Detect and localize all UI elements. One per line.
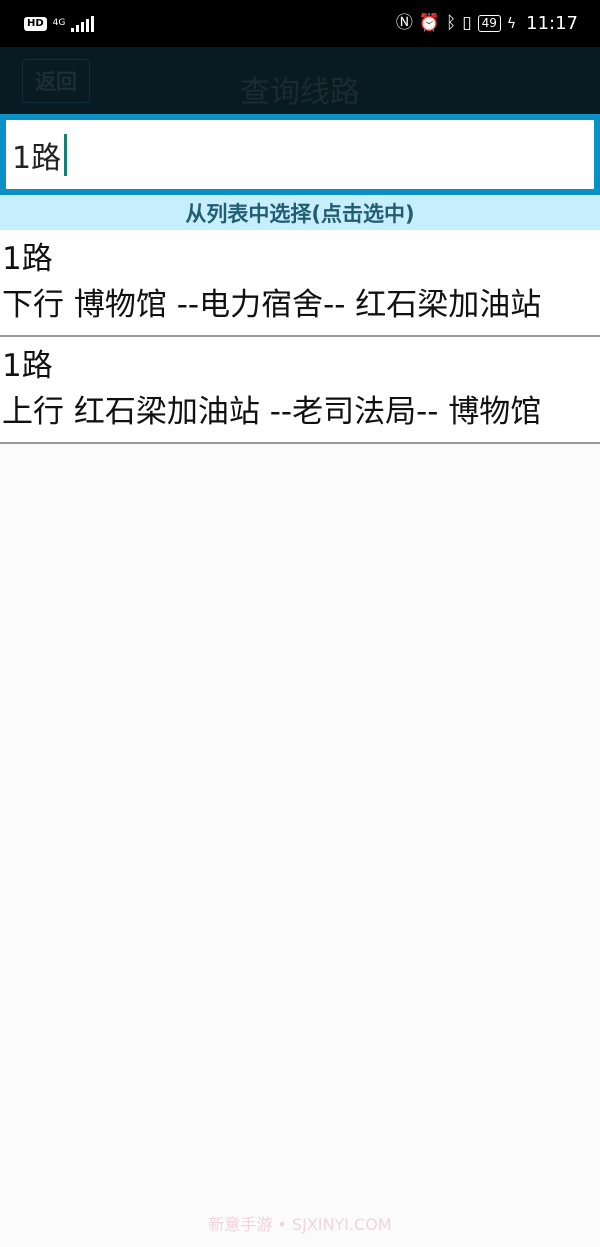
alarm-icon: ⏰ xyxy=(418,13,441,33)
battery-icon: 49 xyxy=(477,15,501,32)
route-list: 1路 下行 博物馆 --电力宿舍-- 红石梁加油站 1路 上行 红石梁加油站 -… xyxy=(0,230,600,444)
vibrate-icon: ▯ xyxy=(462,13,472,33)
network-label: 4G xyxy=(52,18,66,28)
status-bar: HD 4G Ⓝ ⏰ ᛒ ▯ 49 ϟ 11:17 xyxy=(0,0,600,47)
network-type: 4G xyxy=(53,19,66,28)
signal-icon xyxy=(71,15,95,32)
status-right: Ⓝ ⏰ ᛒ ▯ 49 ϟ 11:17 xyxy=(396,13,578,34)
search-input-value: 1路 xyxy=(12,140,62,176)
watermark: 新意手游 • SJXINYI.COM xyxy=(208,1215,392,1234)
hd-badge: HD xyxy=(24,16,47,31)
title-bar: 返回 查询线路 xyxy=(0,47,600,114)
route-description: 下行 博物馆 --电力宿舍-- 红石梁加油站 xyxy=(2,287,542,323)
route-name: 1路 xyxy=(2,348,53,384)
route-search-input[interactable]: 1路 xyxy=(6,120,594,189)
clock: 11:17 xyxy=(526,13,578,34)
page-title: 查询线路 xyxy=(240,75,360,110)
route-description: 上行 红石梁加油站 --老司法局-- 博物馆 xyxy=(2,394,542,430)
text-cursor xyxy=(64,133,68,176)
route-list-item[interactable]: 1路 上行 红石梁加油站 --老司法局-- 博物馆 xyxy=(0,337,600,444)
list-header: 从列表中选择(点击选中) xyxy=(0,195,600,230)
nfc-icon: Ⓝ xyxy=(395,13,413,33)
status-left: HD 4G xyxy=(24,15,95,32)
route-list-item[interactable]: 1路 下行 博物馆 --电力宿舍-- 红石梁加油站 xyxy=(0,230,600,337)
route-name: 1路 xyxy=(2,241,53,277)
bluetooth-icon: ᛒ xyxy=(446,13,457,33)
charging-icon: ϟ xyxy=(506,15,517,32)
search-field-frame: 1路 xyxy=(0,114,600,195)
